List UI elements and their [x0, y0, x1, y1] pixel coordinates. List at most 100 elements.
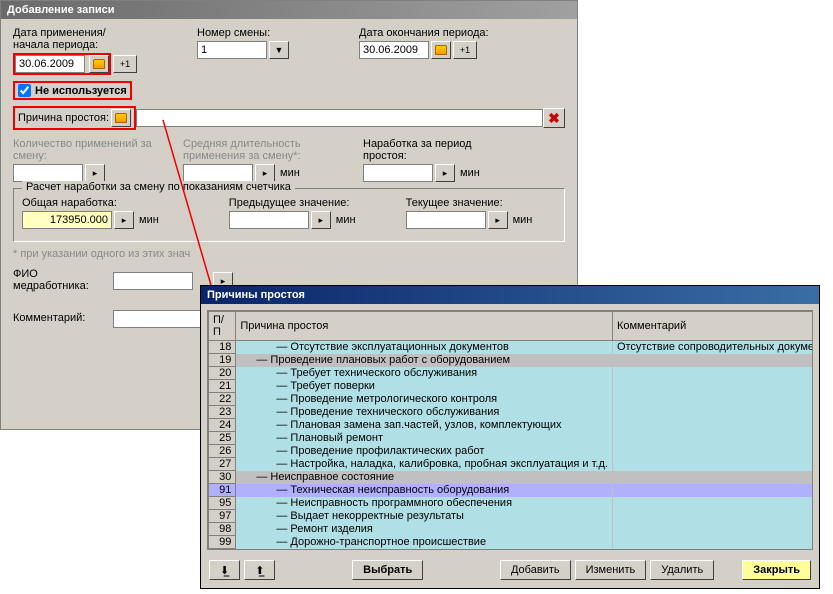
shift-dropdown-button[interactable]: ▼ — [269, 41, 289, 59]
row-number: 22 — [209, 393, 236, 406]
close-button[interactable]: Закрыть — [742, 560, 811, 580]
window-title: Добавление записи — [1, 1, 577, 19]
row-reason: — Подана заявка на проведение работ по у… — [236, 549, 613, 551]
curr-step-button[interactable]: ▸ — [488, 211, 508, 229]
row-comment — [612, 445, 813, 458]
row-comment — [612, 510, 813, 523]
work-step-button[interactable]: ▸ — [435, 164, 455, 182]
select-button[interactable]: Выбрать — [352, 560, 423, 580]
prev-unit: мин — [336, 214, 356, 226]
row-comment — [612, 458, 813, 471]
col-reason[interactable]: Причина простоя — [236, 312, 613, 341]
comment-input[interactable] — [113, 310, 203, 328]
row-reason: — Ремонт изделия — [236, 523, 613, 536]
comment-label: Комментарий: — [13, 312, 93, 324]
table-row[interactable]: 26— Проведение профилактических работ — [209, 445, 814, 458]
row-number: 21 — [209, 380, 236, 393]
row-number: 95 — [209, 497, 236, 510]
row-comment — [612, 393, 813, 406]
table-row[interactable]: 97— Выдает некорректные результаты — [209, 510, 814, 523]
total-input[interactable] — [22, 211, 112, 229]
table-row[interactable]: 24— Плановая замена зап.частей, узлов, к… — [209, 419, 814, 432]
row-reason: — Проведение плановых работ с оборудован… — [236, 354, 613, 367]
table-row[interactable]: 27— Настройка, наладка, калибровка, проб… — [209, 458, 814, 471]
date-start-picker-button[interactable] — [89, 55, 109, 73]
reason-picker-button[interactable] — [111, 109, 131, 127]
row-comment — [612, 523, 813, 536]
move-up-button[interactable]: ⬆̲ — [244, 560, 275, 580]
row-number: 25 — [209, 432, 236, 445]
move-down-button[interactable]: ⬇̲ — [209, 560, 240, 580]
col-num[interactable]: П/П — [209, 312, 236, 341]
row-reason: — Настройка, наладка, калибровка, пробна… — [236, 458, 613, 471]
count-input[interactable] — [13, 164, 83, 182]
table-row[interactable]: 98— Ремонт изделия — [209, 523, 814, 536]
row-comment: Ожидание прибытия технического специалис — [612, 549, 813, 551]
add-button[interactable]: Добавить — [500, 560, 571, 580]
table-row[interactable]: 21— Требует поверки — [209, 380, 814, 393]
row-comment — [612, 484, 813, 497]
edit-button[interactable]: Изменить — [575, 560, 647, 580]
row-comment — [612, 419, 813, 432]
not-used-label: Не используется — [35, 85, 127, 97]
row-number: 30 — [209, 471, 236, 484]
reason-clear-button[interactable]: ✖ — [543, 108, 565, 128]
table-row[interactable]: 99— Дорожно-транспортное происшествие — [209, 536, 814, 549]
row-number: 26 — [209, 445, 236, 458]
table-row[interactable]: 91— Техническая неисправность оборудован… — [209, 484, 814, 497]
date-end-input[interactable] — [359, 41, 429, 59]
row-number: 97 — [209, 510, 236, 523]
prev-input[interactable] — [229, 211, 309, 229]
row-reason: — Неисправное состояние — [236, 471, 613, 484]
date-end-picker-button[interactable] — [431, 41, 451, 59]
table-row[interactable]: 19— Проведение плановых работ с оборудов… — [209, 354, 814, 367]
shift-input[interactable] — [197, 41, 267, 59]
fio-label: ФИО медработника: — [13, 268, 93, 292]
curr-input[interactable] — [406, 211, 486, 229]
row-comment — [612, 367, 813, 380]
table-row[interactable]: 25— Плановый ремонт — [209, 432, 814, 445]
reasons-grid[interactable]: П/П Причина простоя Комментарий 18— Отсу… — [207, 310, 813, 550]
table-row[interactable]: 100— Подана заявка на проведение работ п… — [209, 549, 814, 551]
row-number: 24 — [209, 419, 236, 432]
count-step-button[interactable]: ▸ — [85, 164, 105, 182]
row-reason: — Дорожно-транспортное происшествие — [236, 536, 613, 549]
date-start-input[interactable] — [15, 55, 85, 73]
fio-input[interactable] — [113, 272, 193, 290]
col-comment[interactable]: Комментарий — [612, 312, 813, 341]
date-end-plus1-button[interactable]: +1 — [453, 41, 477, 59]
avg-unit: мин — [280, 167, 300, 179]
work-unit: мин — [460, 167, 480, 179]
row-comment — [612, 380, 813, 393]
row-comment — [612, 354, 813, 367]
reasons-popup: Причины простоя П/П Причина простоя Комм… — [200, 285, 820, 589]
row-number: 98 — [209, 523, 236, 536]
avg-label: Средняя длительность применения за смену… — [183, 138, 343, 162]
table-row[interactable]: 30— Неисправное состояние — [209, 471, 814, 484]
row-number: 18 — [209, 341, 236, 354]
row-comment — [612, 406, 813, 419]
row-number: 27 — [209, 458, 236, 471]
date-start-plus1-button[interactable]: +1 — [113, 55, 137, 73]
table-row[interactable]: 20— Требует технического обслуживания — [209, 367, 814, 380]
table-row[interactable]: 18— Отсутствие эксплуатационных документ… — [209, 341, 814, 354]
total-step-button[interactable]: ▸ — [114, 211, 134, 229]
calc-fieldset-label: Расчет наработки за смену по показаниям … — [22, 181, 295, 193]
work-input[interactable] — [363, 164, 433, 182]
date-end-label: Дата окончания периода: — [359, 27, 489, 39]
row-reason: — Требует поверки — [236, 380, 613, 393]
delete-button[interactable]: Удалить — [650, 560, 714, 580]
row-reason: — Проведение метрологического контроля — [236, 393, 613, 406]
not-used-checkbox[interactable] — [18, 84, 31, 97]
reason-input[interactable] — [136, 109, 543, 127]
avg-input[interactable] — [183, 164, 253, 182]
curr-unit: мин — [513, 214, 533, 226]
table-row[interactable]: 23— Проведение технического обслуживания — [209, 406, 814, 419]
reason-highlight: Причина простоя: — [13, 106, 136, 130]
prev-step-button[interactable]: ▸ — [311, 211, 331, 229]
table-row[interactable]: 22— Проведение метрологического контроля — [209, 393, 814, 406]
row-number: 100 — [209, 549, 236, 551]
row-comment — [612, 536, 813, 549]
table-row[interactable]: 95— Неисправность программного обеспечен… — [209, 497, 814, 510]
avg-step-button[interactable]: ▸ — [255, 164, 275, 182]
